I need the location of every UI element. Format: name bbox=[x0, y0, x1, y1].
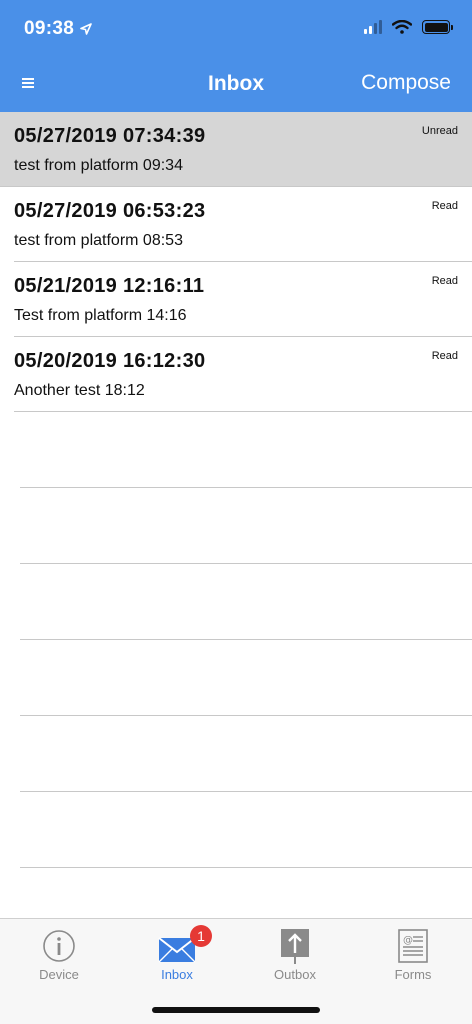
message-row[interactable]: 05/27/2019 07:34:39 test from platform 0… bbox=[0, 112, 472, 187]
top-bar: 09:38 Inbox Compose bbox=[0, 0, 472, 112]
compose-button[interactable]: Compose bbox=[361, 71, 451, 95]
home-indicator[interactable] bbox=[152, 1007, 320, 1013]
message-status: Unread bbox=[421, 125, 458, 137]
empty-row bbox=[20, 488, 472, 564]
message-list: 05/27/2019 07:34:39 test from platform 0… bbox=[0, 112, 472, 868]
svg-text:@: @ bbox=[403, 935, 413, 946]
message-date: 05/27/2019 06:53:23 bbox=[14, 200, 206, 222]
status-time: 09:38 bbox=[24, 18, 92, 40]
tab-label: Forms bbox=[394, 967, 432, 982]
empty-row bbox=[20, 412, 472, 488]
form-icon: @ bbox=[354, 925, 472, 963]
empty-row bbox=[20, 564, 472, 640]
wifi-icon bbox=[392, 20, 412, 34]
message-date: 05/27/2019 07:34:39 bbox=[14, 125, 206, 147]
battery-icon bbox=[422, 20, 453, 34]
message-date: 05/21/2019 12:16:11 bbox=[14, 275, 205, 297]
clock: 09:38 bbox=[24, 18, 75, 39]
message-date: 05/20/2019 16:12:30 bbox=[14, 350, 206, 372]
cellular-signal-icon bbox=[364, 20, 382, 34]
envelope-icon: 1 bbox=[118, 925, 236, 963]
empty-row bbox=[20, 716, 472, 792]
message-status: Read bbox=[431, 200, 458, 212]
message-subject: test from platform 09:34 bbox=[14, 157, 183, 174]
message-status: Read bbox=[431, 350, 458, 362]
tab-forms[interactable]: @ Forms bbox=[354, 925, 472, 982]
message-row[interactable]: 05/21/2019 12:16:11 Test from platform 1… bbox=[14, 262, 472, 337]
upload-icon bbox=[236, 925, 354, 964]
message-row[interactable]: 05/20/2019 16:12:30 Another test 18:12 R… bbox=[14, 337, 472, 412]
message-subject: Another test 18:12 bbox=[14, 382, 145, 399]
empty-row bbox=[20, 640, 472, 716]
unread-badge: 1 bbox=[190, 925, 212, 947]
location-arrow-icon bbox=[80, 23, 92, 35]
tab-label: Device bbox=[39, 967, 79, 982]
tab-outbox[interactable]: Outbox bbox=[236, 925, 354, 982]
message-subject: test from platform 08:53 bbox=[14, 232, 183, 249]
info-icon bbox=[0, 925, 118, 963]
tab-label: Inbox bbox=[161, 967, 193, 982]
message-subject: Test from platform 14:16 bbox=[14, 307, 187, 324]
status-icons bbox=[364, 20, 453, 34]
message-row[interactable]: 05/27/2019 06:53:23 test from platform 0… bbox=[14, 187, 472, 262]
message-status: Read bbox=[431, 275, 458, 287]
tab-inbox[interactable]: 1 Inbox bbox=[118, 925, 236, 982]
tab-label: Outbox bbox=[274, 967, 316, 982]
tab-device[interactable]: Device bbox=[0, 925, 118, 982]
empty-row bbox=[20, 792, 472, 868]
